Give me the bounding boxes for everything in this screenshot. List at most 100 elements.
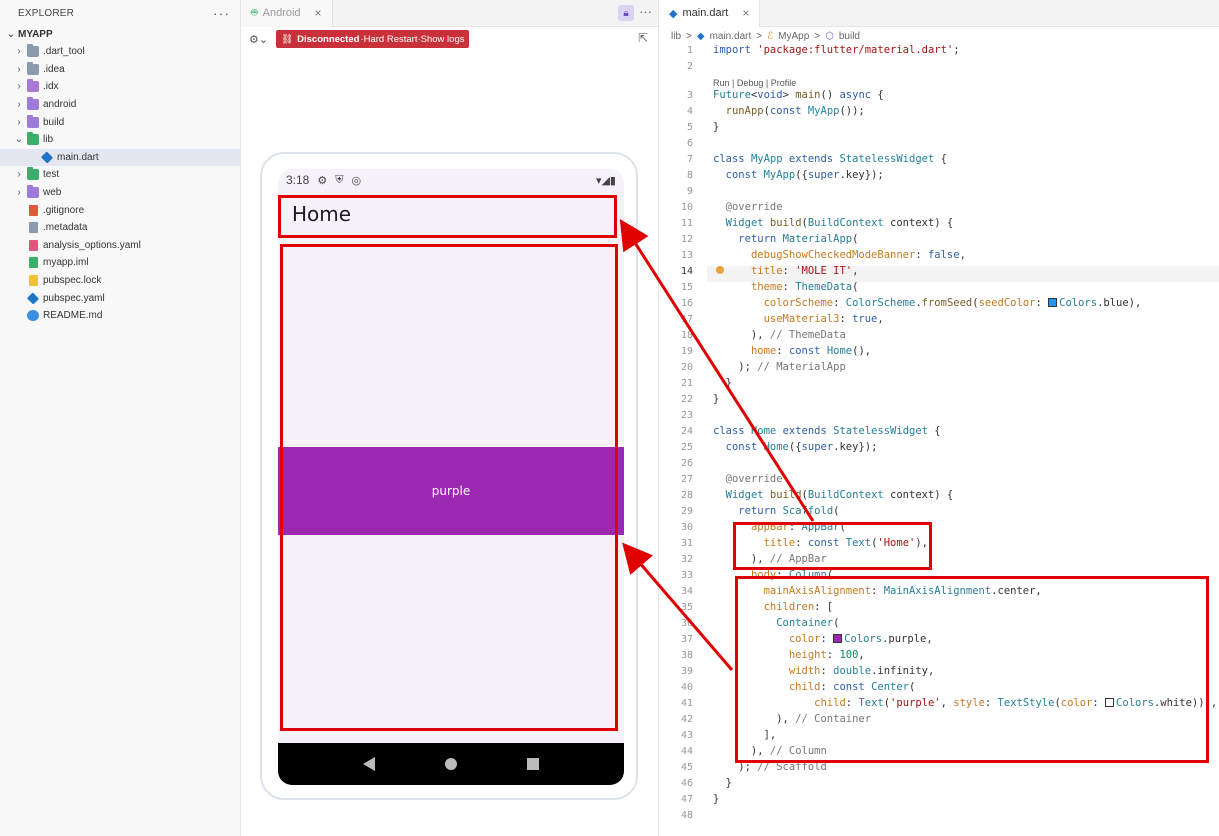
- more-actions-icon[interactable]: ···: [213, 5, 230, 21]
- tab-android-label: Android: [262, 7, 301, 19]
- code-line[interactable]: home: const Home(),: [713, 343, 871, 359]
- file-tree-item-label: main.dart: [57, 151, 99, 163]
- status-time: 3:18: [286, 173, 310, 187]
- code-line[interactable]: class MyApp extends StatelessWidget {: [713, 151, 947, 167]
- close-icon[interactable]: ×: [742, 6, 749, 20]
- code-line[interactable]: title: 'MOLE IT',: [713, 263, 859, 279]
- more-actions-icon[interactable]: ···: [639, 4, 652, 19]
- line-number: 22: [680, 394, 693, 405]
- code-line[interactable]: Widget build(BuildContext context) {: [713, 487, 954, 503]
- code-line[interactable]: }: [713, 791, 719, 807]
- line-number: 9: [686, 186, 693, 197]
- hard-restart-link[interactable]: Hard Restart: [364, 34, 418, 45]
- code-line[interactable]: return Scaffold(: [713, 503, 839, 519]
- chevron-right-icon: ›: [17, 116, 21, 128]
- line-number: 6: [686, 138, 693, 149]
- file-tree-item[interactable]: pubspec.lock: [0, 272, 240, 290]
- file-tree-item[interactable]: › test: [0, 166, 240, 184]
- show-logs-link[interactable]: Show logs: [421, 34, 465, 45]
- code-line[interactable]: const Home({super.key});: [713, 439, 878, 455]
- line-number: 37: [680, 634, 693, 645]
- code-line[interactable]: Widget build(BuildContext context) {: [713, 215, 954, 231]
- code-line[interactable]: }: [713, 119, 719, 135]
- annotation-box-appbar-code: [733, 522, 932, 570]
- file-tree-item[interactable]: › .idx: [0, 78, 240, 96]
- explorer-title: EXPLORER: [18, 7, 75, 19]
- code-line[interactable]: class Home extends StatelessWidget {: [713, 423, 941, 439]
- close-icon[interactable]: ×: [315, 6, 322, 20]
- line-number: 20: [680, 362, 693, 373]
- line-number: 11: [680, 218, 693, 229]
- breadcrumb-item[interactable]: main.dart: [710, 31, 752, 42]
- tab-android[interactable]: 🤖︎ Android ×: [241, 0, 333, 27]
- editor-tab-bar: ◆ main.dart ×: [659, 0, 1219, 27]
- android-icon: 🤖︎: [251, 6, 258, 19]
- code-line[interactable]: runApp(const MyApp());: [713, 103, 865, 119]
- file-tree-item[interactable]: › .idea: [0, 61, 240, 79]
- device-select-icon[interactable]: ⚙︎⌄: [249, 33, 268, 46]
- file-tree-item[interactable]: › .dart_tool: [0, 43, 240, 61]
- line-number: 19: [680, 346, 693, 357]
- breadcrumb-item[interactable]: MyApp: [778, 31, 809, 42]
- breadcrumb-item[interactable]: lib: [671, 31, 681, 42]
- code-line[interactable]: }: [713, 391, 719, 407]
- line-number: 15: [680, 282, 693, 293]
- line-number: 40: [680, 682, 693, 693]
- wifi-battery-icon: ▾◢▮: [595, 174, 616, 187]
- home-icon[interactable]: [445, 758, 457, 770]
- code-line[interactable]: const MyApp({super.key});: [713, 167, 884, 183]
- line-number: 32: [680, 554, 693, 565]
- line-number: 17: [680, 314, 693, 325]
- file-tree-item[interactable]: › build: [0, 113, 240, 131]
- file-tree-item-label: .metadata: [43, 222, 88, 234]
- folder-icon: [27, 114, 39, 128]
- code-line[interactable]: return MaterialApp(: [713, 231, 858, 247]
- file-tree-item[interactable]: ⌄ lib: [0, 131, 240, 149]
- chevron-right-icon: ›: [17, 46, 21, 58]
- file-tree-item[interactable]: main.dart: [0, 148, 240, 167]
- file-tree-item-label: build: [43, 116, 65, 128]
- code-line[interactable]: colorScheme: ColorScheme.fromSeed(seedCo…: [713, 295, 1142, 311]
- file-tree-item[interactable]: › android: [0, 96, 240, 114]
- code-line[interactable]: @override: [713, 471, 783, 487]
- file-tree-item[interactable]: .metadata: [0, 219, 240, 237]
- code-line[interactable]: }: [713, 375, 732, 391]
- code-line[interactable]: Future<void> main() async {: [713, 87, 884, 103]
- workspace-root[interactable]: ⌄ MYAPP: [0, 26, 240, 43]
- folder-icon: [27, 44, 39, 58]
- status-label: Disconnected: [297, 33, 360, 45]
- open-external-icon[interactable]: ⇱: [638, 31, 648, 45]
- file-tree-item-label: analysis_options.yaml: [43, 239, 141, 251]
- file-icon: [29, 222, 38, 234]
- file-tree-item[interactable]: README.md: [0, 307, 240, 325]
- line-number: 25: [680, 442, 693, 453]
- tab-main-dart-label: main.dart: [682, 7, 729, 19]
- file-tree-item[interactable]: myapp.iml: [0, 254, 240, 272]
- file-tree-item[interactable]: analysis_options.yaml: [0, 237, 240, 255]
- lock-icon[interactable]: 🔒︎: [618, 5, 634, 21]
- code-line[interactable]: theme: ThemeData(: [713, 279, 859, 295]
- back-icon[interactable]: [363, 757, 375, 771]
- explorer-panel: EXPLORER ··· ⌄ MYAPP › .dart_tool › .idea ›.…: [0, 0, 241, 836]
- settings-icon: ⚙︎: [317, 174, 328, 187]
- code-line[interactable]: debugShowCheckedModeBanner: false,: [713, 247, 966, 263]
- breadcrumb-item[interactable]: build: [839, 31, 860, 42]
- code-line[interactable]: ); // MaterialApp: [713, 359, 846, 375]
- tab-main-dart[interactable]: ◆ main.dart ×: [659, 0, 761, 27]
- file-tree-item[interactable]: .gitignore: [0, 201, 240, 219]
- code-line[interactable]: import 'package:flutter/material.dart';: [713, 42, 960, 58]
- file-icon: [29, 275, 38, 287]
- file-tree-item-label: .dart_tool: [43, 46, 85, 58]
- file-tree-item[interactable]: › web: [0, 184, 240, 202]
- line-number: 5: [686, 122, 693, 133]
- code-line[interactable]: }: [713, 775, 732, 791]
- recents-icon[interactable]: [527, 758, 539, 770]
- code-line[interactable]: useMaterial3: true,: [713, 311, 884, 327]
- line-number: 39: [680, 666, 693, 677]
- file-tree-item[interactable]: pubspec.yaml: [0, 289, 240, 307]
- dart-icon: ◆: [669, 7, 678, 20]
- breadcrumb-separator: >: [756, 30, 763, 42]
- phone-status-bar: 3:18 ⚙︎ ⛨ ◎ ▾◢▮: [278, 169, 624, 191]
- code-line[interactable]: ), // ThemeData: [713, 327, 846, 343]
- code-line[interactable]: @override: [713, 199, 783, 215]
